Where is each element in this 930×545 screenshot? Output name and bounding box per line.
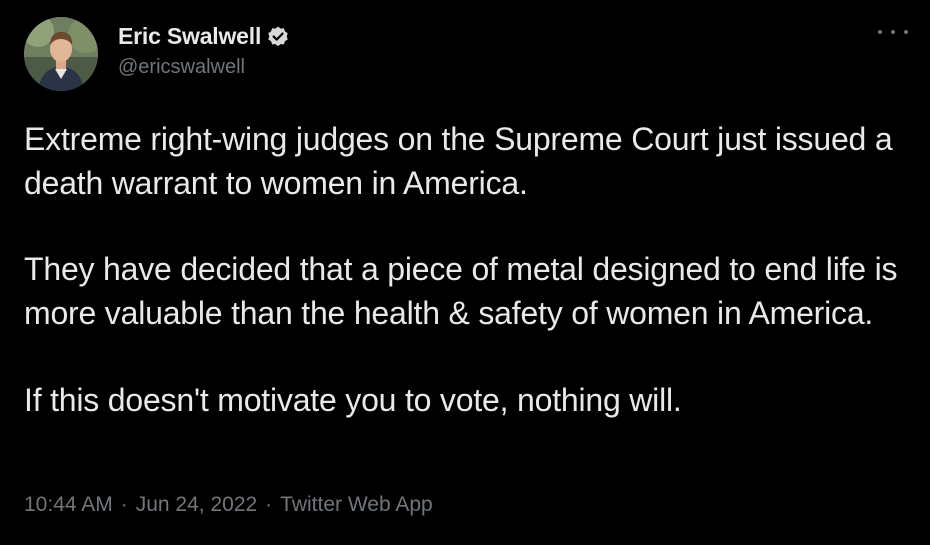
more-dot	[878, 30, 882, 34]
more-dot	[904, 30, 908, 34]
verified-badge-icon	[266, 25, 290, 49]
more-options-icon[interactable]	[878, 22, 908, 42]
author-handle[interactable]: @ericswalwell	[118, 56, 290, 79]
tweet-source[interactable]: Twitter Web App	[280, 493, 433, 517]
tweet-header: Eric Swalwell @ericswalwell	[24, 16, 290, 92]
meta-separator: ·	[120, 493, 128, 516]
tweet-time[interactable]: 10:44 AM	[24, 493, 113, 517]
author-display-name[interactable]: Eric Swalwell	[118, 23, 261, 50]
tweet-date[interactable]: Jun 24, 2022	[136, 493, 257, 517]
tweet-text: Extreme right-wing judges on the Supreme…	[24, 117, 904, 422]
avatar-photo	[24, 17, 98, 91]
tweet-card: Eric Swalwell @ericswalwell Extreme righ…	[0, 0, 930, 545]
tweet-paragraph-3: If this doesn't motivate you to vote, no…	[24, 382, 682, 418]
author-info: Eric Swalwell @ericswalwell	[118, 23, 290, 79]
tweet-meta: 10:44 AM · Jun 24, 2022 · Twitter Web Ap…	[24, 493, 433, 517]
meta-separator: ·	[265, 493, 273, 516]
avatar[interactable]	[24, 17, 98, 91]
tweet-paragraph-2: They have decided that a piece of metal …	[24, 251, 898, 331]
name-row: Eric Swalwell	[118, 23, 290, 50]
more-dot	[891, 30, 895, 34]
tweet-paragraph-1: Extreme right-wing judges on the Supreme…	[24, 121, 893, 201]
